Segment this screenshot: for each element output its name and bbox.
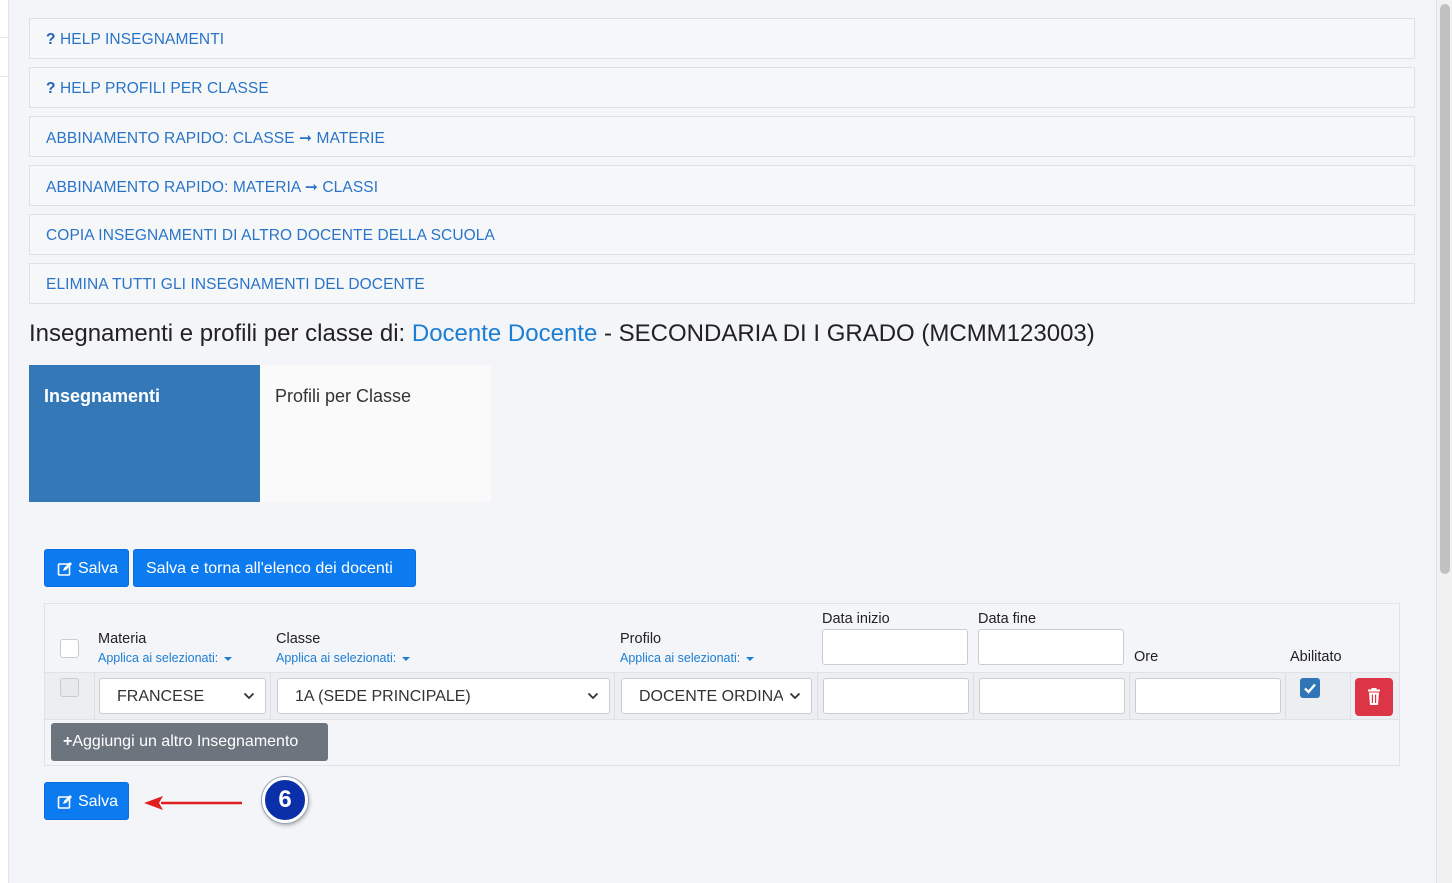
accordion-label: ABBINAMENTO RAPIDO: CLASSE ➞ MATERIE <box>46 130 385 147</box>
data-fine-input[interactable] <box>979 678 1125 714</box>
accordion-label: ? HELP PROFILI PER CLASSE <box>46 80 269 98</box>
save-button-bottom[interactable]: Salva <box>44 782 129 820</box>
accordion-elimina[interactable]: ELIMINA TUTTI GLI INSEGNAMENTI DEL DOCEN… <box>29 263 1415 304</box>
column-divider <box>614 673 615 719</box>
column-divider <box>94 673 95 719</box>
teacher-link[interactable]: Docente Docente <box>412 320 597 347</box>
tab-label: Profili per Classe <box>275 386 412 406</box>
classe-select[interactable]: 1A (SEDE PRINCIPALE) <box>277 678 610 714</box>
column-divider <box>270 673 271 719</box>
row-select-checkbox[interactable] <box>60 678 79 697</box>
add-insegnamento-button[interactable]: +Aggiungi un altro Insegnamento <box>51 723 328 761</box>
apply-label: Applica ai selezionati: <box>620 651 741 665</box>
check-icon <box>1304 683 1316 694</box>
column-divider <box>1129 673 1130 719</box>
accordion-abbinamento-classe[interactable]: ABBINAMENTO RAPIDO: CLASSE ➞ MATERIE <box>29 116 1415 157</box>
title-suffix: - SECONDARIA DI I GRADO (MCMM123003) <box>597 320 1095 347</box>
tab-insegnamenti[interactable]: Insegnamenti <box>29 365 260 502</box>
accordion-abbinamento-materia[interactable]: ABBINAMENTO RAPIDO: MATERIA ➞ CLASSI <box>29 165 1415 206</box>
header-profilo: Profilo <box>620 631 662 647</box>
select-value: 1A (SEDE PRINCIPALE) <box>295 688 471 705</box>
plus-icon: + <box>63 733 73 750</box>
ore-input[interactable] <box>1135 678 1281 714</box>
apply-profilo-dropdown[interactable]: Applica ai selezionati: <box>620 651 755 665</box>
accordion-text: HELP INSEGNAMENTI <box>60 31 225 48</box>
table-row: FRANCESE 1A (SEDE PRINCIPALE) DOCENTE OR… <box>45 672 1399 720</box>
edit-icon <box>57 795 72 809</box>
trash-icon <box>1368 688 1380 705</box>
accordion-text: HELP PROFILI PER CLASSE <box>60 80 269 97</box>
column-divider <box>973 673 974 719</box>
header-ore: Ore <box>1134 649 1159 665</box>
chevron-down-icon <box>789 692 801 700</box>
accordion-help-profili[interactable]: ? HELP PROFILI PER CLASSE <box>29 67 1415 108</box>
select-value: FRANCESE <box>117 688 205 705</box>
page-title: Insegnamenti e profili per classe di: Do… <box>29 320 1095 348</box>
accordion-label: COPIA INSEGNAMENTI DI ALTRO DOCENTE DELL… <box>46 227 495 244</box>
header-data-fine: Data fine <box>978 611 1037 627</box>
step-number-badge: 6 <box>262 777 308 823</box>
accordion-help-insegnamenti[interactable]: ? HELP INSEGNAMENTI <box>29 18 1415 59</box>
add-button-label: +Aggiungi un altro Insegnamento <box>63 733 298 751</box>
scrollbar-thumb[interactable] <box>1440 4 1450 574</box>
annotation-arrow <box>144 796 242 810</box>
caret-down-icon <box>402 656 411 661</box>
accordion-copia[interactable]: COPIA INSEGNAMENTI DI ALTRO DOCENTE DELL… <box>29 214 1415 255</box>
tab-label: Insegnamenti <box>44 386 161 406</box>
chevron-down-icon <box>587 692 599 700</box>
header-data-inizio: Data inizio <box>822 611 890 627</box>
left-rail <box>0 0 9 883</box>
column-divider <box>817 673 818 719</box>
column-divider <box>1285 673 1286 719</box>
accordion-label: ELIMINA TUTTI GLI INSEGNAMENTI DEL DOCEN… <box>46 276 425 293</box>
title-prefix: Insegnamenti e profili per classe di: <box>29 320 412 347</box>
apply-materia-dropdown[interactable]: Applica ai selezionati: <box>98 651 233 665</box>
edit-icon <box>57 562 72 576</box>
help-icon: ? <box>46 80 56 97</box>
accordion-label: ABBINAMENTO RAPIDO: MATERIA ➞ CLASSI <box>46 179 379 196</box>
header-materia: Materia <box>98 631 147 647</box>
filter-data-fine-input[interactable] <box>978 629 1124 665</box>
caret-down-icon <box>224 656 233 661</box>
button-label: Salva e torna all'elenco dei docenti <box>146 560 393 577</box>
rail-marker <box>0 37 9 77</box>
chevron-down-icon <box>243 692 255 700</box>
select-value: DOCENTE ORDINARIO <box>639 688 783 705</box>
help-icon: ? <box>46 31 56 48</box>
column-divider <box>1350 673 1351 719</box>
button-label: Salva <box>78 560 119 577</box>
apply-label: Applica ai selezionati: <box>276 651 397 665</box>
header-abilitato: Abilitato <box>1290 649 1342 665</box>
apply-classe-dropdown[interactable]: Applica ai selezionati: <box>276 651 411 665</box>
filter-data-inizio-input[interactable] <box>822 629 968 665</box>
button-label: Salva <box>78 793 119 810</box>
accordion-label: ? HELP INSEGNAMENTI <box>46 31 224 49</box>
vertical-scrollbar[interactable] <box>1436 0 1452 883</box>
profilo-select[interactable]: DOCENTE ORDINARIO <box>621 678 812 714</box>
select-all-checkbox[interactable] <box>60 639 79 658</box>
data-inizio-input[interactable] <box>823 678 969 714</box>
abilitato-checkbox[interactable] <box>1300 678 1320 698</box>
delete-row-button[interactable] <box>1355 678 1393 716</box>
insegnamenti-table: Materia Applica ai selezionati: Classe A… <box>44 603 1400 766</box>
materia-select[interactable]: FRANCESE <box>99 678 266 714</box>
tab-profili[interactable]: Profili per Classe <box>260 365 491 502</box>
save-and-back-button[interactable]: Salva e torna all'elenco dei docenti <box>133 549 416 587</box>
header-classe: Classe <box>276 631 321 647</box>
main-content: ? HELP INSEGNAMENTI ? HELP PROFILI PER C… <box>9 0 1436 883</box>
caret-down-icon <box>746 656 755 661</box>
add-button-text: Aggiungi un altro Insegnamento <box>72 733 299 750</box>
apply-label: Applica ai selezionati: <box>98 651 219 665</box>
save-button-top[interactable]: Salva <box>44 549 129 587</box>
